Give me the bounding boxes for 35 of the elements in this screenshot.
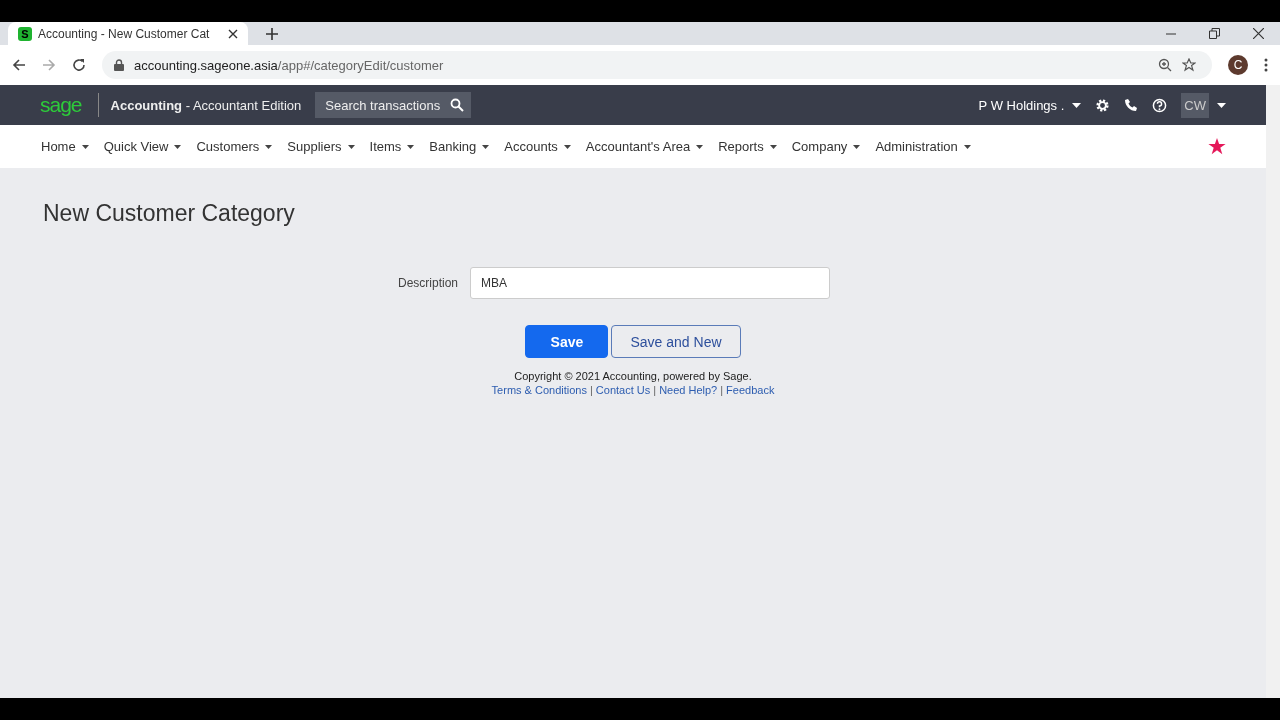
url-text: accounting.sageone.asia/app#/categoryEdit/customer: [134, 57, 444, 73]
description-field[interactable]: MBA: [470, 267, 830, 299]
footer-link[interactable]: Terms & Conditions: [491, 384, 587, 396]
footer-link[interactable]: Need Help?: [659, 384, 718, 396]
product-name: Accounting - Accountant Edition: [110, 97, 302, 113]
nav-menu-item[interactable]: Customers: [196, 139, 273, 154]
save-and-new-button[interactable]: Save and New: [611, 325, 741, 358]
copyright-text: Copyright © 2021 Accounting, powered by Sage.: [514, 370, 752, 382]
nav-menu-item[interactable]: Administration: [875, 139, 971, 154]
field-label: Description: [398, 276, 458, 290]
nav-menu-item[interactable]: Company: [791, 139, 861, 154]
address-field[interactable]: accounting.sageone.asia/app#/categoryEdit/customer: [102, 51, 1212, 79]
search-field[interactable]: Search transactions: [315, 92, 472, 118]
link-separator: |: [720, 384, 724, 396]
nav-menu-item[interactable]: Home: [41, 139, 89, 154]
page-title: New Customer Category: [43, 200, 296, 227]
company-menu[interactable]: P W Holdings .: [978, 97, 1065, 113]
nav-menu-item[interactable]: Accountant's Area: [585, 139, 704, 154]
favicon-icon: S: [18, 26, 32, 41]
user-initials[interactable]: CW: [1181, 92, 1209, 118]
nav-menu-item[interactable]: Suppliers: [287, 139, 355, 154]
footer-link[interactable]: Contact Us: [595, 384, 651, 396]
nav-menu-item[interactable]: Reports: [718, 139, 777, 154]
browser-tab[interactable]: S Accounting - New Customer Cat: [8, 22, 248, 45]
nav-menu-item[interactable]: Accounts: [504, 139, 571, 154]
footer-link[interactable]: Feedback: [726, 384, 775, 396]
nav-menu-item[interactable]: Banking: [429, 139, 490, 154]
tab-title: Accounting - New Customer Cat: [38, 26, 211, 41]
nav-menu-item[interactable]: Items: [369, 139, 415, 154]
link-separator: |: [653, 384, 657, 396]
nav-menu-item[interactable]: Quick View: [103, 139, 182, 154]
sage-logo[interactable]: sage: [40, 93, 82, 117]
profile-avatar[interactable]: C: [1228, 55, 1248, 75]
link-separator: |: [590, 384, 593, 396]
save-button[interactable]: Save: [525, 325, 609, 358]
